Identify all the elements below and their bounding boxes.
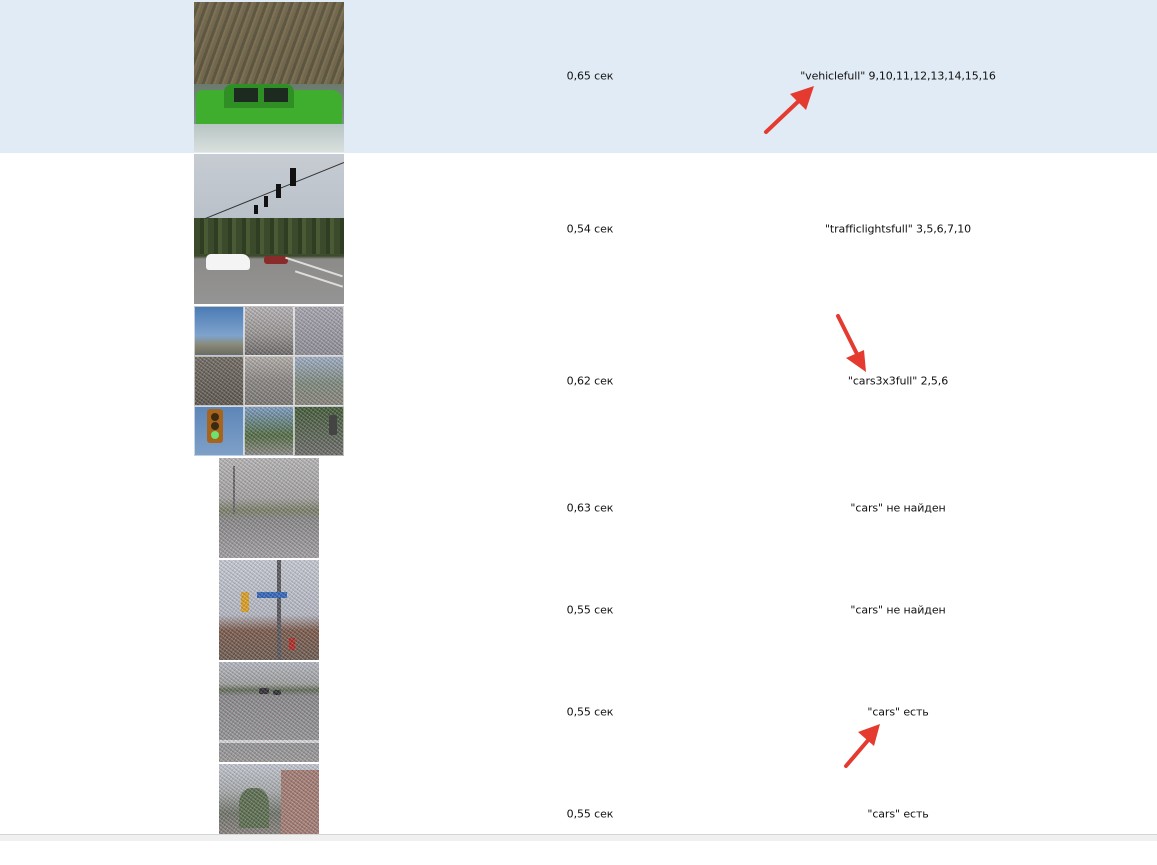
grid-cell bbox=[194, 306, 244, 356]
captcha-thumbnail bbox=[219, 560, 319, 660]
time-cell: 0,65 сек bbox=[566, 69, 614, 83]
results-table: 0,65 сек "vehiclefull" 9,10,11,12,13,14,… bbox=[0, 0, 1157, 841]
time-cell: 0,62 сек bbox=[566, 374, 614, 388]
time-cell: 0,54 сек bbox=[566, 222, 614, 236]
result-cell: "trafficlightsfull" 3,5,6,7,10 bbox=[824, 222, 972, 236]
captcha-thumbnail bbox=[219, 662, 319, 762]
grid-cell bbox=[294, 406, 344, 456]
result-cell: "cars3x3full" 2,5,6 bbox=[847, 374, 949, 388]
grid-cell bbox=[244, 406, 294, 456]
grid-cell bbox=[194, 356, 244, 406]
result-cell: "cars" не найден bbox=[850, 501, 946, 515]
time-cell: 0,63 сек bbox=[566, 501, 614, 515]
traffic-light-icon bbox=[207, 409, 223, 443]
table-row[interactable]: 0,55 сек "cars" есть bbox=[0, 661, 1157, 763]
result-cell: "cars" не найден bbox=[850, 603, 946, 617]
table-row[interactable]: 0,55 сек "cars" есть bbox=[0, 763, 1157, 865]
result-cell: "vehiclefull" 9,10,11,12,13,14,15,16 bbox=[800, 69, 996, 83]
grid-cell bbox=[244, 306, 294, 356]
captcha-3x3-grid bbox=[194, 306, 344, 456]
result-cell: "cars" есть bbox=[867, 705, 929, 719]
table-row[interactable]: 0,54 сек "trafficlightsfull" 3,5,6,7,10 bbox=[0, 153, 1157, 305]
captcha-thumbnail bbox=[219, 458, 319, 558]
time-cell: 0,55 сек bbox=[566, 705, 614, 719]
captcha-thumbnail bbox=[219, 764, 319, 834]
captcha-thumbnail bbox=[194, 2, 344, 152]
captcha-thumbnail bbox=[194, 154, 344, 304]
captcha-thumbnail bbox=[194, 306, 344, 456]
time-cell: 0,55 сек bbox=[566, 603, 614, 617]
grid-cell bbox=[294, 306, 344, 356]
table-row[interactable]: 0,55 сек "cars" не найден bbox=[0, 559, 1157, 661]
grid-cell bbox=[244, 356, 294, 406]
time-cell: 0,55 сек bbox=[566, 807, 614, 821]
grid-cell bbox=[294, 356, 344, 406]
grid-cell bbox=[194, 406, 244, 456]
table-row[interactable]: 0,62 сек "cars3x3full" 2,5,6 bbox=[0, 305, 1157, 457]
table-row[interactable]: 0,63 сек "cars" не найден bbox=[0, 457, 1157, 559]
table-row[interactable]: 0,65 сек "vehiclefull" 9,10,11,12,13,14,… bbox=[0, 0, 1157, 153]
result-cell: "cars" есть bbox=[867, 807, 929, 821]
